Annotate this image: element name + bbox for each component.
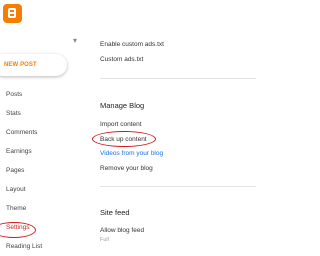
import-content-link[interactable]: Import content <box>100 121 142 128</box>
section-divider <box>100 186 256 187</box>
custom-ads-txt-setting[interactable]: Custom ads.txt <box>100 56 143 63</box>
sidebar-item-reading-list[interactable]: Reading List <box>0 237 87 256</box>
allow-blog-feed-setting[interactable]: Allow blog feed <box>100 227 144 234</box>
site-feed-heading: Site feed <box>100 208 130 217</box>
chevron-down-icon[interactable]: ▾ <box>73 37 77 45</box>
remove-your-blog-link[interactable]: Remove your blog <box>100 165 153 172</box>
sidebar-item-stats[interactable]: Stats <box>0 104 87 123</box>
settings-content: Enable custom ads.txt Custom ads.txt Man… <box>87 0 256 256</box>
sidebar: ▾ NEW POST Posts Stats Comments Earnings… <box>0 0 87 256</box>
allow-blog-feed-value: Full <box>100 237 109 243</box>
sidebar-item-pages[interactable]: Pages <box>0 161 87 180</box>
sidebar-item-layout[interactable]: Layout <box>0 180 87 199</box>
sidebar-item-posts[interactable]: Posts <box>0 85 87 104</box>
sidebar-item-comments[interactable]: Comments <box>0 123 87 142</box>
enable-custom-ads-txt-toggle[interactable]: Enable custom ads.txt <box>100 41 164 48</box>
sidebar-item-earnings[interactable]: Earnings <box>0 142 87 161</box>
sidebar-item-theme[interactable]: Theme <box>0 199 87 218</box>
section-divider <box>100 78 256 79</box>
blogger-logo-icon[interactable] <box>3 4 22 23</box>
manage-blog-heading: Manage Blog <box>100 101 145 110</box>
back-up-content-highlight-circle <box>92 131 156 147</box>
videos-from-your-blog-link[interactable]: Videos from your blog <box>100 150 163 157</box>
new-post-button[interactable]: NEW POST <box>0 54 67 76</box>
